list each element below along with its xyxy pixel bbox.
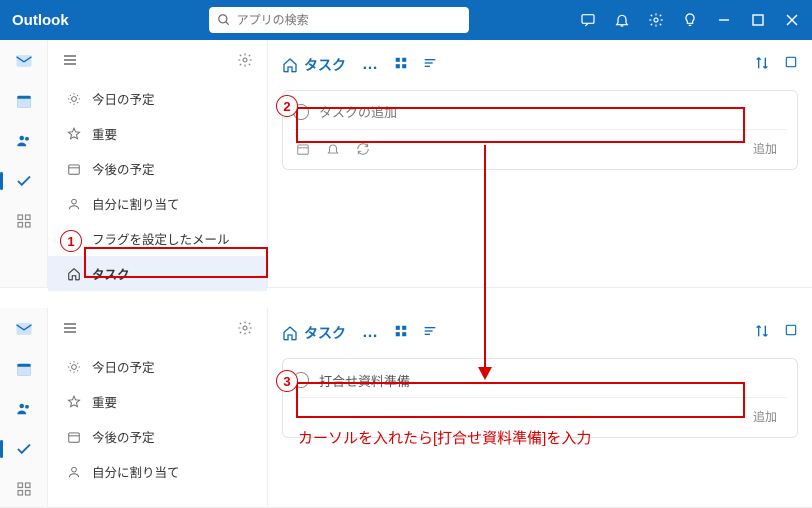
sidebar-item-upcoming[interactable]: 今後の予定 bbox=[48, 419, 267, 454]
person-icon bbox=[66, 464, 82, 480]
hamburger-icon[interactable] bbox=[62, 52, 78, 73]
repeat-icon[interactable] bbox=[355, 141, 371, 157]
sidebar-item-important[interactable]: 重要 bbox=[48, 116, 267, 151]
grid-view-icon[interactable] bbox=[394, 324, 408, 343]
task-card: 追加 bbox=[282, 90, 798, 170]
calendar-icon[interactable] bbox=[13, 358, 35, 380]
minimize-button[interactable] bbox=[716, 12, 732, 28]
circle-icon[interactable] bbox=[293, 104, 309, 120]
sidebar-item-label: タスク bbox=[92, 264, 130, 283]
add-task-input[interactable] bbox=[319, 105, 787, 120]
sidebar-item-flagged[interactable]: フラグを設定したメール bbox=[48, 221, 267, 256]
app-rail bbox=[0, 40, 48, 287]
tasks-icon[interactable] bbox=[13, 438, 35, 460]
grid-view-icon[interactable] bbox=[394, 56, 408, 75]
titlebar: Outlook bbox=[0, 0, 812, 40]
more-menu[interactable]: … bbox=[362, 56, 378, 74]
brand-label: Outlook bbox=[12, 12, 69, 29]
due-date-icon[interactable] bbox=[295, 141, 311, 157]
calendar-small-icon bbox=[66, 429, 82, 445]
gear-icon[interactable] bbox=[648, 12, 664, 28]
add-button[interactable]: 追加 bbox=[743, 136, 787, 161]
list-title-label: タスク bbox=[304, 55, 346, 75]
star-icon bbox=[66, 394, 82, 410]
sidebar-item-today[interactable]: 今日の予定 bbox=[48, 349, 267, 384]
list-title-label: タスク bbox=[304, 323, 346, 343]
more-menu[interactable]: … bbox=[362, 324, 378, 342]
sidebar-item-label: 今日の予定 bbox=[92, 89, 155, 108]
list-title[interactable]: タスク bbox=[282, 323, 346, 343]
star-icon bbox=[66, 126, 82, 142]
suggestions-icon[interactable] bbox=[784, 323, 798, 344]
gear-icon[interactable] bbox=[237, 320, 253, 341]
sidebar-item-important[interactable]: 重要 bbox=[48, 384, 267, 419]
search-icon bbox=[217, 13, 231, 27]
gear-icon[interactable] bbox=[237, 52, 253, 73]
maximize-button[interactable] bbox=[750, 12, 766, 28]
mail-icon[interactable] bbox=[13, 50, 35, 72]
person-icon bbox=[66, 196, 82, 212]
more-apps-icon[interactable] bbox=[13, 478, 35, 500]
add-button[interactable]: 追加 bbox=[743, 404, 787, 429]
bell-icon[interactable] bbox=[614, 12, 630, 28]
list-view-icon[interactable] bbox=[422, 55, 438, 76]
home-icon bbox=[66, 266, 82, 282]
circle-icon[interactable] bbox=[293, 372, 309, 388]
sun-icon bbox=[66, 91, 82, 107]
search-input[interactable] bbox=[237, 13, 461, 27]
sidebar-item-label: 今後の予定 bbox=[92, 159, 155, 178]
search-box[interactable] bbox=[209, 7, 469, 33]
add-task-input[interactable] bbox=[319, 373, 787, 388]
sidebar: 今日の予定 重要 今後の予定 自分に割り当て bbox=[48, 308, 268, 507]
list-title[interactable]: タスク bbox=[282, 55, 346, 75]
close-button[interactable] bbox=[784, 12, 800, 28]
outlook-panel-after: 今日の予定 重要 今後の予定 自分に割り当て タスク … bbox=[0, 308, 812, 508]
calendar-icon[interactable] bbox=[13, 90, 35, 112]
hamburger-icon[interactable] bbox=[62, 320, 78, 341]
sort-icon[interactable] bbox=[754, 55, 770, 76]
tasks-icon[interactable] bbox=[13, 170, 35, 192]
reminder-icon[interactable] bbox=[325, 141, 341, 157]
mail-icon[interactable] bbox=[13, 318, 35, 340]
home-icon bbox=[282, 325, 298, 341]
tips-icon[interactable] bbox=[682, 12, 698, 28]
suggestions-icon[interactable] bbox=[784, 55, 798, 76]
add-task-row[interactable] bbox=[293, 95, 787, 129]
sidebar-item-assigned[interactable]: 自分に割り当て bbox=[48, 186, 267, 221]
chat-icon[interactable] bbox=[580, 12, 596, 28]
flag-icon bbox=[66, 231, 82, 247]
sidebar-item-today[interactable]: 今日の予定 bbox=[48, 81, 267, 116]
home-icon bbox=[282, 57, 298, 73]
list-view-icon[interactable] bbox=[422, 323, 438, 344]
sidebar-item-label: 今日の予定 bbox=[92, 357, 155, 376]
sun-icon bbox=[66, 359, 82, 375]
calendar-small-icon bbox=[66, 161, 82, 177]
main-pane: タスク … 追加 bbox=[268, 308, 812, 507]
sidebar-item-tasks[interactable]: タスク bbox=[48, 256, 267, 291]
sidebar-item-label: 自分に割り当て bbox=[92, 462, 180, 481]
task-card: 追加 bbox=[282, 358, 798, 438]
main-header: タスク … bbox=[282, 50, 798, 80]
add-task-row[interactable] bbox=[293, 363, 787, 397]
sidebar-item-label: 自分に割り当て bbox=[92, 194, 180, 213]
sidebar-item-upcoming[interactable]: 今後の予定 bbox=[48, 151, 267, 186]
main-header: タスク … bbox=[282, 318, 798, 348]
more-apps-icon[interactable] bbox=[13, 210, 35, 232]
outlook-panel-before: 今日の予定 重要 今後の予定 自分に割り当て フラグを設定したメール タスク タ… bbox=[0, 40, 812, 288]
sidebar-item-label: 重要 bbox=[92, 124, 117, 143]
people-icon[interactable] bbox=[13, 398, 35, 420]
sidebar-item-label: 今後の予定 bbox=[92, 427, 155, 446]
sidebar: 今日の予定 重要 今後の予定 自分に割り当て フラグを設定したメール タスク bbox=[48, 40, 268, 287]
sort-icon[interactable] bbox=[754, 323, 770, 344]
sidebar-item-label: 重要 bbox=[92, 392, 117, 411]
people-icon[interactable] bbox=[13, 130, 35, 152]
sidebar-item-label: フラグを設定したメール bbox=[92, 229, 230, 248]
sidebar-item-assigned[interactable]: 自分に割り当て bbox=[48, 454, 267, 489]
app-rail bbox=[0, 308, 48, 507]
main-pane: タスク … 追加 bbox=[268, 40, 812, 287]
